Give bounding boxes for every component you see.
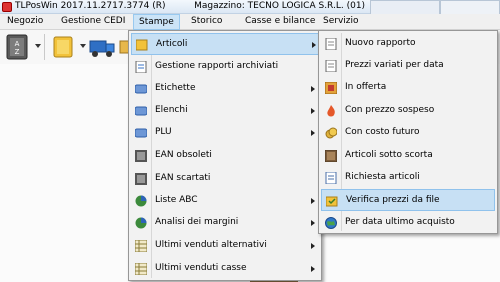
globe-icon <box>325 217 337 229</box>
submenu-arrow-icon <box>311 243 315 249</box>
menu-item-prezzo-sospeso[interactable]: Con prezzo sospeso <box>321 100 495 122</box>
sort-az-button[interactable]: A Z <box>4 33 32 61</box>
menu-item-analisi-margini[interactable]: Analisi dei margini <box>131 212 319 234</box>
menu-item-richiesta-articoli[interactable]: Richiesta articoli <box>321 167 495 189</box>
menu-item-verifica-prezzi[interactable]: Verifica prezzi da file <box>321 189 495 211</box>
submenu-arrow-icon <box>312 42 316 48</box>
menu-item-plu[interactable]: PLU <box>131 122 319 144</box>
browser-tab[interactable] <box>440 0 500 14</box>
menu-item-label: In offerta <box>345 82 387 92</box>
stampe-menu: Articoli Gestione rapporti archiviati Et… <box>128 30 322 281</box>
pie-chart-icon <box>135 217 147 229</box>
articoli-submenu: Nuovo rapporto Prezzi variati per data I… <box>318 30 498 234</box>
grid-icon <box>134 239 148 253</box>
svg-text:Z: Z <box>15 48 20 56</box>
menu-item-sotto-scorta[interactable]: Articoli sotto scorta <box>321 145 495 167</box>
barcode-icon <box>135 173 147 185</box>
menu-negozio[interactable]: Negozio <box>2 14 48 30</box>
submenu-arrow-icon <box>311 220 315 226</box>
menu-item-label: Etichette <box>155 83 196 93</box>
submenu-arrow-icon <box>311 130 315 136</box>
menu-item-data-ultimo-acquisto[interactable]: Per data ultimo acquisto <box>321 212 495 234</box>
folder-icon <box>135 39 148 51</box>
chevron-down-icon[interactable] <box>35 44 41 48</box>
coins-icon <box>325 127 338 139</box>
flame-icon <box>325 105 337 117</box>
menu-item-articoli[interactable]: Articoli <box>131 33 319 55</box>
window-title: TLPosWin 2017.11.2717.3774 (R) Magazzino… <box>15 1 366 11</box>
menu-item-label: Liste ABC <box>155 195 198 205</box>
menu-item-label: Ultimi venduti casse <box>155 263 247 273</box>
chevron-down-icon[interactable] <box>80 44 86 48</box>
document-icon <box>325 37 337 51</box>
menu-stampe[interactable]: Stampe <box>133 14 180 30</box>
menu-item-in-offerta[interactable]: In offerta <box>321 77 495 99</box>
menu-item-elenchi[interactable]: Elenchi <box>131 100 319 122</box>
submenu-arrow-icon <box>311 198 315 204</box>
sort-az-icon: A Z <box>6 34 28 60</box>
submenu-arrow-icon <box>311 108 315 114</box>
menu-item-label: EAN obsoleti <box>155 150 212 160</box>
submenu-arrow-icon <box>311 86 315 92</box>
menu-item-costo-futuro[interactable]: Con costo futuro <box>321 122 495 144</box>
menu-item-ean-obsoleti[interactable]: EAN obsoleti <box>131 145 319 167</box>
menu-item-label: Gestione rapporti archiviati <box>155 61 279 71</box>
submenu-arrow-icon <box>311 266 315 272</box>
menu-gestione-cedi[interactable]: Gestione CEDI <box>56 14 130 30</box>
menu-item-prezzi-variati[interactable]: Prezzi variati per data <box>321 55 495 77</box>
menu-item-label: Richiesta articoli <box>345 172 420 182</box>
menu-item-label: Articoli sotto scorta <box>345 150 433 160</box>
document-icon <box>325 59 337 73</box>
grid-icon <box>134 262 148 276</box>
plu-icon <box>134 127 148 139</box>
pie-chart-icon <box>135 195 147 207</box>
menu-item-label: EAN scartati <box>155 173 211 183</box>
barcode-icon <box>135 150 147 162</box>
toolbar-separator <box>44 34 45 60</box>
menu-item-label: Verifica prezzi da file <box>346 195 440 205</box>
menu-item-label: Per data ultimo acquisto <box>345 217 455 227</box>
offer-icon <box>324 81 338 95</box>
menu-item-label: Nuovo rapporto <box>345 38 416 48</box>
report-icon <box>135 60 147 74</box>
menu-item-etichette[interactable]: Etichette <box>131 78 319 100</box>
menu-item-nuovo-rapporto[interactable]: Nuovo rapporto <box>321 33 495 55</box>
menu-item-label: Ultimi venduti alternativi <box>155 240 267 250</box>
truck-button[interactable] <box>88 33 116 61</box>
menu-item-ean-scartati[interactable]: EAN scartati <box>131 168 319 190</box>
menu-item-label: PLU <box>155 127 172 137</box>
folder-icon <box>53 36 73 58</box>
browser-tab[interactable] <box>370 0 440 14</box>
menu-item-ultimi-venduti-alternativi[interactable]: Ultimi venduti alternativi <box>131 235 319 257</box>
menu-casse-e-bilance[interactable]: Casse e bilance <box>240 14 320 30</box>
menu-item-label: Prezzi variati per data <box>345 60 444 70</box>
menu-item-label: Elenchi <box>155 105 188 115</box>
stock-icon <box>324 149 338 163</box>
menu-storico[interactable]: Storico <box>186 14 227 30</box>
menu-item-liste-abc[interactable]: Liste ABC <box>131 190 319 212</box>
menu-item-label: Analisi dei margini <box>155 217 239 227</box>
menu-item-gestione-rapporti[interactable]: Gestione rapporti archiviati <box>131 56 319 78</box>
menu-bar: Negozio Gestione CEDI Stampe Storico Cas… <box>0 14 500 30</box>
truck-icon <box>89 40 115 57</box>
list-icon <box>134 105 148 117</box>
file-check-icon <box>325 195 338 207</box>
label-icon <box>134 83 148 95</box>
menu-item-ultimi-venduti-casse[interactable]: Ultimi venduti casse <box>131 258 319 280</box>
menu-item-label: Con prezzo sospeso <box>345 105 435 115</box>
title-bar: TLPosWin 2017.11.2717.3774 (R) Magazzino… <box>0 0 500 14</box>
menu-item-label: Con costo futuro <box>345 127 420 137</box>
folder-button[interactable] <box>50 33 78 61</box>
menu-item-label: Articoli <box>156 39 188 49</box>
menu-servizio[interactable]: Servizio <box>318 14 364 30</box>
request-icon <box>325 171 337 185</box>
app-icon <box>2 2 12 12</box>
svg-text:A: A <box>15 40 20 48</box>
